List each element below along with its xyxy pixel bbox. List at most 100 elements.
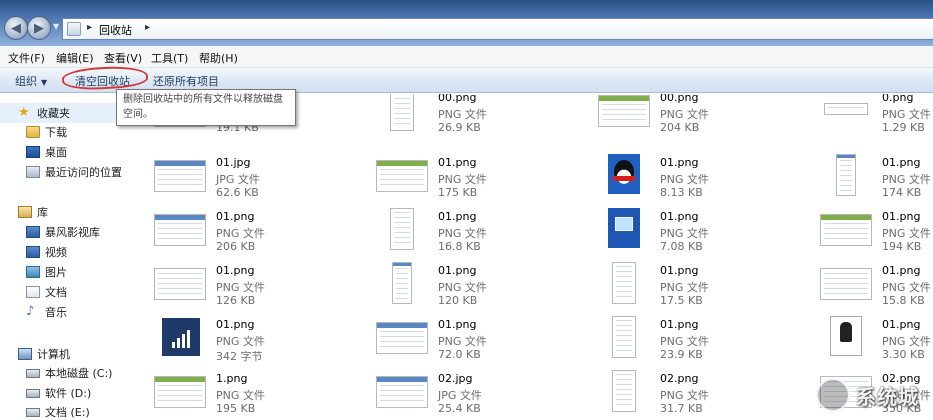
file-size: 194 KB xyxy=(882,240,922,253)
file-name: 01.jpg xyxy=(216,156,251,169)
file-item[interactable]: 01.png PNG 文件 16.8 KB xyxy=(376,205,576,259)
file-name: 01.png xyxy=(882,264,921,277)
file-item[interactable]: 01.jpg JPG 文件 62.6 KB xyxy=(154,151,354,205)
file-size: 31.7 KB xyxy=(660,402,703,415)
file-item[interactable]: 01.png PNG 文件 3.30 KB xyxy=(820,313,933,367)
nav-item-drive-e[interactable]: 文档 (E:) xyxy=(0,402,140,420)
file-type: PNG 文件 xyxy=(438,173,487,186)
back-button[interactable]: ◀ xyxy=(4,16,28,40)
breadcrumb-separator[interactable]: ▸ xyxy=(87,22,92,33)
nav-item-desktop[interactable]: 桌面 xyxy=(0,142,140,162)
file-item[interactable]: 01.png PNG 文件 194 KB xyxy=(820,205,933,259)
file-thumbnail-icon xyxy=(820,154,872,196)
nav-computer[interactable]: 计算机 xyxy=(0,344,140,364)
file-size: 16.8 KB xyxy=(438,240,481,253)
breadcrumb-separator[interactable]: ▸ xyxy=(145,22,150,33)
menu-help[interactable]: 帮助(H) xyxy=(199,50,238,66)
menu-view[interactable]: 查看(V) xyxy=(104,50,142,66)
hard-drive-icon xyxy=(26,368,40,378)
library-icon xyxy=(18,206,32,218)
nav-label: 视频 xyxy=(45,246,67,259)
file-item[interactable]: 01.png PNG 文件 175 KB xyxy=(376,151,576,205)
file-item[interactable]: 01.png PNG 文件 174 KB xyxy=(820,151,933,205)
site-watermark: 系统城 xyxy=(812,374,927,416)
file-list: PNG 文件19.1 KB00.pngPNG 文件26.9 KB00.pngPN… xyxy=(140,94,933,420)
file-name: 01.png xyxy=(660,210,699,223)
nav-item-music[interactable]: ♪ 音乐 xyxy=(0,302,140,322)
file-type: JPG 文件 xyxy=(438,389,482,402)
nav-item-recent-places[interactable]: 最近访问的位置 xyxy=(0,162,140,182)
menu-bar: 文件(F) 编辑(E) 查看(V) 工具(T) 帮助(H) xyxy=(0,46,933,68)
file-item[interactable]: 0.png PNG 文件 1.29 KB xyxy=(820,94,933,140)
nav-item-documents[interactable]: 文档 xyxy=(0,282,140,302)
nav-item-pictures[interactable]: 图片 xyxy=(0,262,140,282)
file-thumbnail-icon xyxy=(598,94,650,131)
desktop-icon xyxy=(26,146,40,158)
file-type: PNG 文件 xyxy=(882,227,931,240)
tooltip-line: 空间。 xyxy=(123,109,153,120)
file-name: 01.png xyxy=(882,156,921,169)
menu-edit[interactable]: 编辑(E) xyxy=(56,50,94,66)
address-bar[interactable]: ▸ 回收站 ▸ xyxy=(62,18,933,40)
file-item[interactable]: 02.png PNG 文件 31.7 KB xyxy=(598,367,798,420)
file-item[interactable]: 00.png PNG 文件 26.9 KB xyxy=(376,94,576,140)
file-size: 342 字节 xyxy=(216,350,263,363)
computer-icon xyxy=(18,348,32,360)
file-name: 02.jpg xyxy=(438,372,473,385)
file-thumbnail-icon xyxy=(154,154,206,196)
nav-item-baofeng-library[interactable]: 暴风影视库 xyxy=(0,222,140,242)
file-thumbnail-icon xyxy=(598,316,650,358)
file-name: 0.png xyxy=(882,94,914,104)
file-thumbnail-icon xyxy=(376,94,428,131)
file-type: PNG 文件 xyxy=(660,108,709,121)
file-thumbnail-icon xyxy=(820,94,872,131)
file-item[interactable]: 01.png PNG 文件 7.08 KB xyxy=(598,205,798,259)
nav-label: 最近访问的位置 xyxy=(45,166,122,179)
file-size: 17.5 KB xyxy=(660,294,703,307)
file-name: 01.png xyxy=(438,264,477,277)
file-item[interactable]: 02.jpg JPG 文件 25.4 KB xyxy=(376,367,576,420)
file-thumbnail-icon xyxy=(598,370,650,412)
file-item[interactable]: 01.png PNG 文件 15.8 KB xyxy=(820,259,933,313)
file-thumbnail-icon xyxy=(820,262,872,304)
organize-button[interactable]: 组织 ▼ xyxy=(15,73,47,89)
restore-all-items-button[interactable]: 还原所有项目 xyxy=(153,73,219,89)
breadcrumb-recycle-bin[interactable]: 回收站 xyxy=(99,22,132,38)
tooltip-line: 删除回收站中的所有文件以释放磁盘 xyxy=(123,94,283,105)
file-item[interactable]: 01.png PNG 文件 120 KB xyxy=(376,259,576,313)
menu-tools[interactable]: 工具(T) xyxy=(151,50,188,66)
nav-label: 下载 xyxy=(45,126,67,139)
file-size: 7.08 KB xyxy=(660,240,703,253)
file-thumbnail-icon xyxy=(598,154,650,196)
navigation-pane: ★ 收藏夹 下载 桌面 最近访问的位置 库 暴风影视库 视频 图片 文档 ♪ 音… xyxy=(0,94,140,420)
file-size: 195 KB xyxy=(216,402,256,415)
file-size: 206 KB xyxy=(216,240,256,253)
nav-label: 文档 xyxy=(45,286,67,299)
file-item[interactable]: 01.png PNG 文件 72.0 KB xyxy=(376,313,576,367)
file-item[interactable]: 01.png PNG 文件 342 字节 xyxy=(154,313,354,367)
file-type: PNG 文件 xyxy=(660,173,709,186)
file-thumbnail-icon xyxy=(598,208,650,250)
file-item[interactable]: 00.png PNG 文件 204 KB xyxy=(598,94,798,140)
file-item[interactable]: 01.png PNG 文件 23.9 KB xyxy=(598,313,798,367)
hard-drive-icon xyxy=(26,388,40,398)
menu-file[interactable]: 文件(F) xyxy=(8,50,45,66)
file-size: 120 KB xyxy=(438,294,478,307)
file-size: 174 KB xyxy=(882,186,922,199)
recent-pages-dropdown-icon[interactable]: ▼ xyxy=(53,22,59,31)
nav-item-drive-c[interactable]: 本地磁盘 (C:) xyxy=(0,363,140,383)
file-thumbnail-icon xyxy=(376,316,428,358)
forward-button[interactable]: ▶ xyxy=(27,16,51,40)
nav-label: 文档 (E:) xyxy=(45,406,90,419)
file-item[interactable]: 01.png PNG 文件 206 KB xyxy=(154,205,354,259)
file-item[interactable]: 1.png PNG 文件 195 KB xyxy=(154,367,354,420)
file-item[interactable]: 01.png PNG 文件 8.13 KB xyxy=(598,151,798,205)
recycle-bin-icon xyxy=(67,22,81,36)
nav-libraries[interactable]: 库 xyxy=(0,202,140,222)
file-item[interactable]: 01.png PNG 文件 126 KB xyxy=(154,259,354,313)
file-type: PNG 文件 xyxy=(216,335,265,348)
file-item[interactable]: 01.png PNG 文件 17.5 KB xyxy=(598,259,798,313)
dropdown-arrow-icon: ▼ xyxy=(41,78,48,87)
nav-item-drive-d[interactable]: 软件 (D:) xyxy=(0,383,140,403)
nav-item-videos[interactable]: 视频 xyxy=(0,242,140,262)
